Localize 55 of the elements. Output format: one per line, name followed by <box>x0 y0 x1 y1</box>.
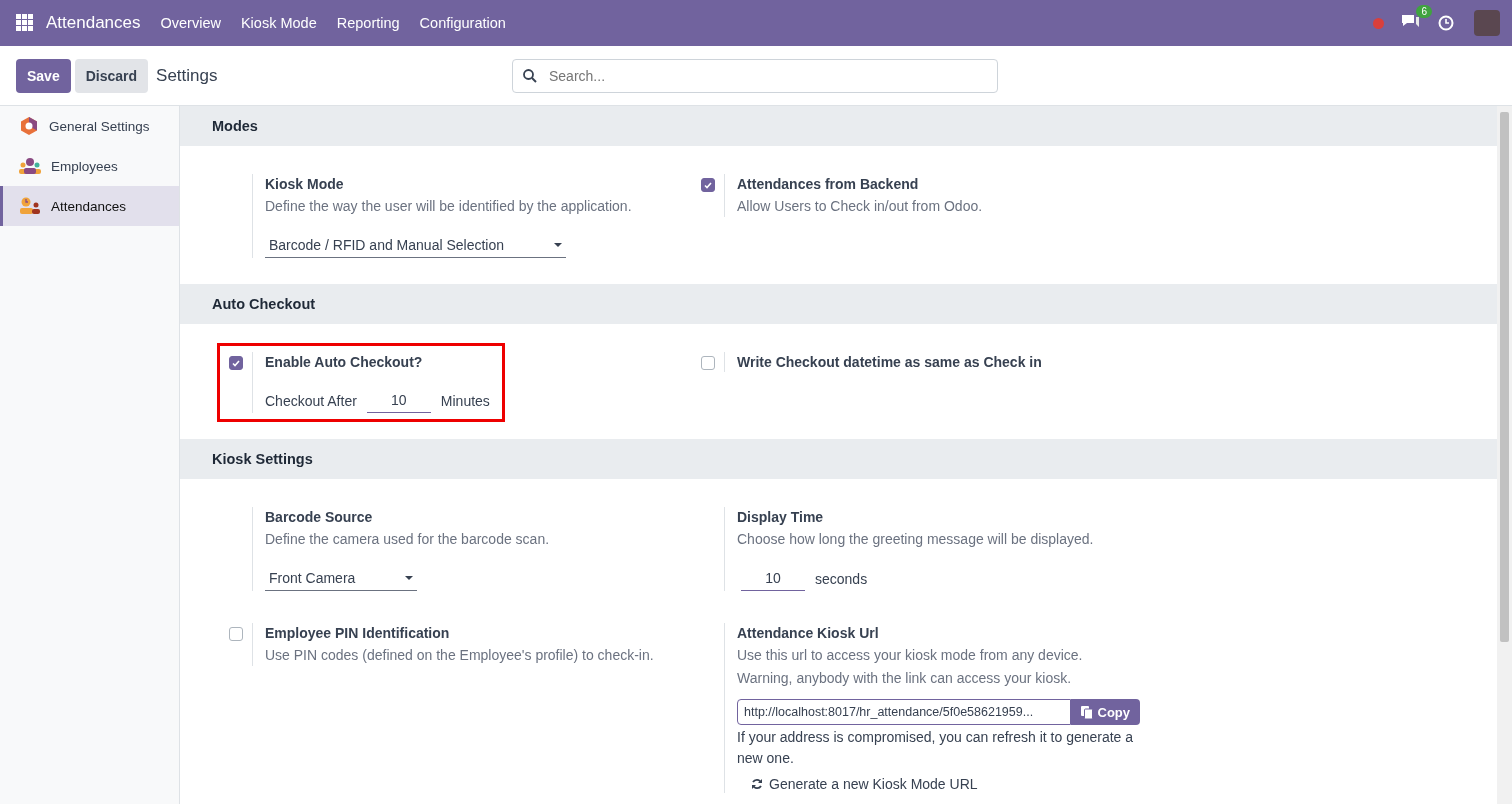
setting-title: Attendance Kiosk Url <box>737 624 880 643</box>
menu-item[interactable]: Kiosk Mode <box>240 15 317 31</box>
discard-button[interactable]: Discard <box>74 58 149 93</box>
notification-badge: 6 <box>1416 5 1432 18</box>
setting-title: Employee PIN Identification <box>265 624 451 643</box>
unit-label: seconds <box>815 570 868 587</box>
people-icon <box>19 157 41 175</box>
menu-item[interactable]: Reporting <box>336 15 400 31</box>
app-name[interactable]: Attendances <box>46 13 141 33</box>
setting-title: Barcode Source <box>265 508 374 527</box>
sidebar-item[interactable]: Employees <box>0 146 179 186</box>
generate-url-link[interactable]: Generate a new Kiosk Mode URL <box>737 775 1147 793</box>
setting-description: Choose how long the greeting message will be displayed. <box>737 530 1094 549</box>
setting-description: Warning, anybody with the link can access your kiosk. <box>737 669 1073 688</box>
select-field[interactable]: Barcode / RFID and Manual Selection <box>265 233 566 258</box>
clock-icon[interactable] <box>1438 15 1454 31</box>
checkbox[interactable] <box>229 627 243 641</box>
setting-title: Attendances from Backend <box>737 175 920 194</box>
caret-icon <box>554 243 562 247</box>
menu-item[interactable]: Configuration <box>419 15 506 31</box>
refresh-icon <box>751 778 763 790</box>
setting-description: Use PIN codes (defined on the Employee's profile) to check-in. <box>265 646 654 665</box>
setting-note: If your address is compromised, you can refresh it to generate a new one. <box>737 728 1135 768</box>
record-dot-icon[interactable] <box>1373 17 1384 29</box>
checkbox[interactable] <box>701 178 715 192</box>
sidebar-item[interactable]: General Settings <box>0 106 179 146</box>
save-button[interactable]: Save <box>16 58 71 93</box>
field-label: Checkout After <box>265 392 357 409</box>
apps-grid-icon[interactable] <box>16 14 34 32</box>
page-title: Settings <box>156 65 218 86</box>
setting-description: Define the camera used for the barcode scan. <box>265 530 550 549</box>
setting-title: Display Time <box>737 508 825 527</box>
person-clock-icon <box>19 197 41 215</box>
hexagon-logo-icon <box>19 116 39 136</box>
setting-title: Kiosk Mode <box>265 175 345 194</box>
checkbox[interactable] <box>701 356 715 370</box>
url-field[interactable]: http://localhost:8017/hr_attendance/5f0e58621959... <box>737 699 1071 725</box>
setting-description: Allow Users to Check in/out from Odoo. <box>737 197 983 216</box>
unit-label: Minutes <box>440 392 490 409</box>
checkbox[interactable] <box>229 356 243 370</box>
setting-description: Define the way the user will be identified by the application. <box>265 197 632 216</box>
checkmark-icon <box>704 181 712 189</box>
scrollbar[interactable] <box>1497 106 1512 804</box>
setting-title: Write Checkout datetime as same as Check in <box>737 353 1042 372</box>
select-field[interactable]: Front Camera <box>265 566 418 591</box>
copy-button[interactable]: Copy <box>1070 699 1140 725</box>
checkmark-icon <box>232 359 240 367</box>
setting-description: Use this url to access your kiosk mode from any device. <box>737 646 1084 665</box>
menu-item[interactable]: Overview <box>160 15 221 31</box>
sidebar-item[interactable]: Attendances <box>0 186 179 226</box>
search-icon <box>523 68 537 83</box>
search-field[interactable]: Search... <box>512 58 998 93</box>
caret-icon <box>405 576 414 580</box>
copy-icon <box>1080 705 1093 719</box>
setting-title: Enable Auto Checkout? <box>265 353 424 372</box>
